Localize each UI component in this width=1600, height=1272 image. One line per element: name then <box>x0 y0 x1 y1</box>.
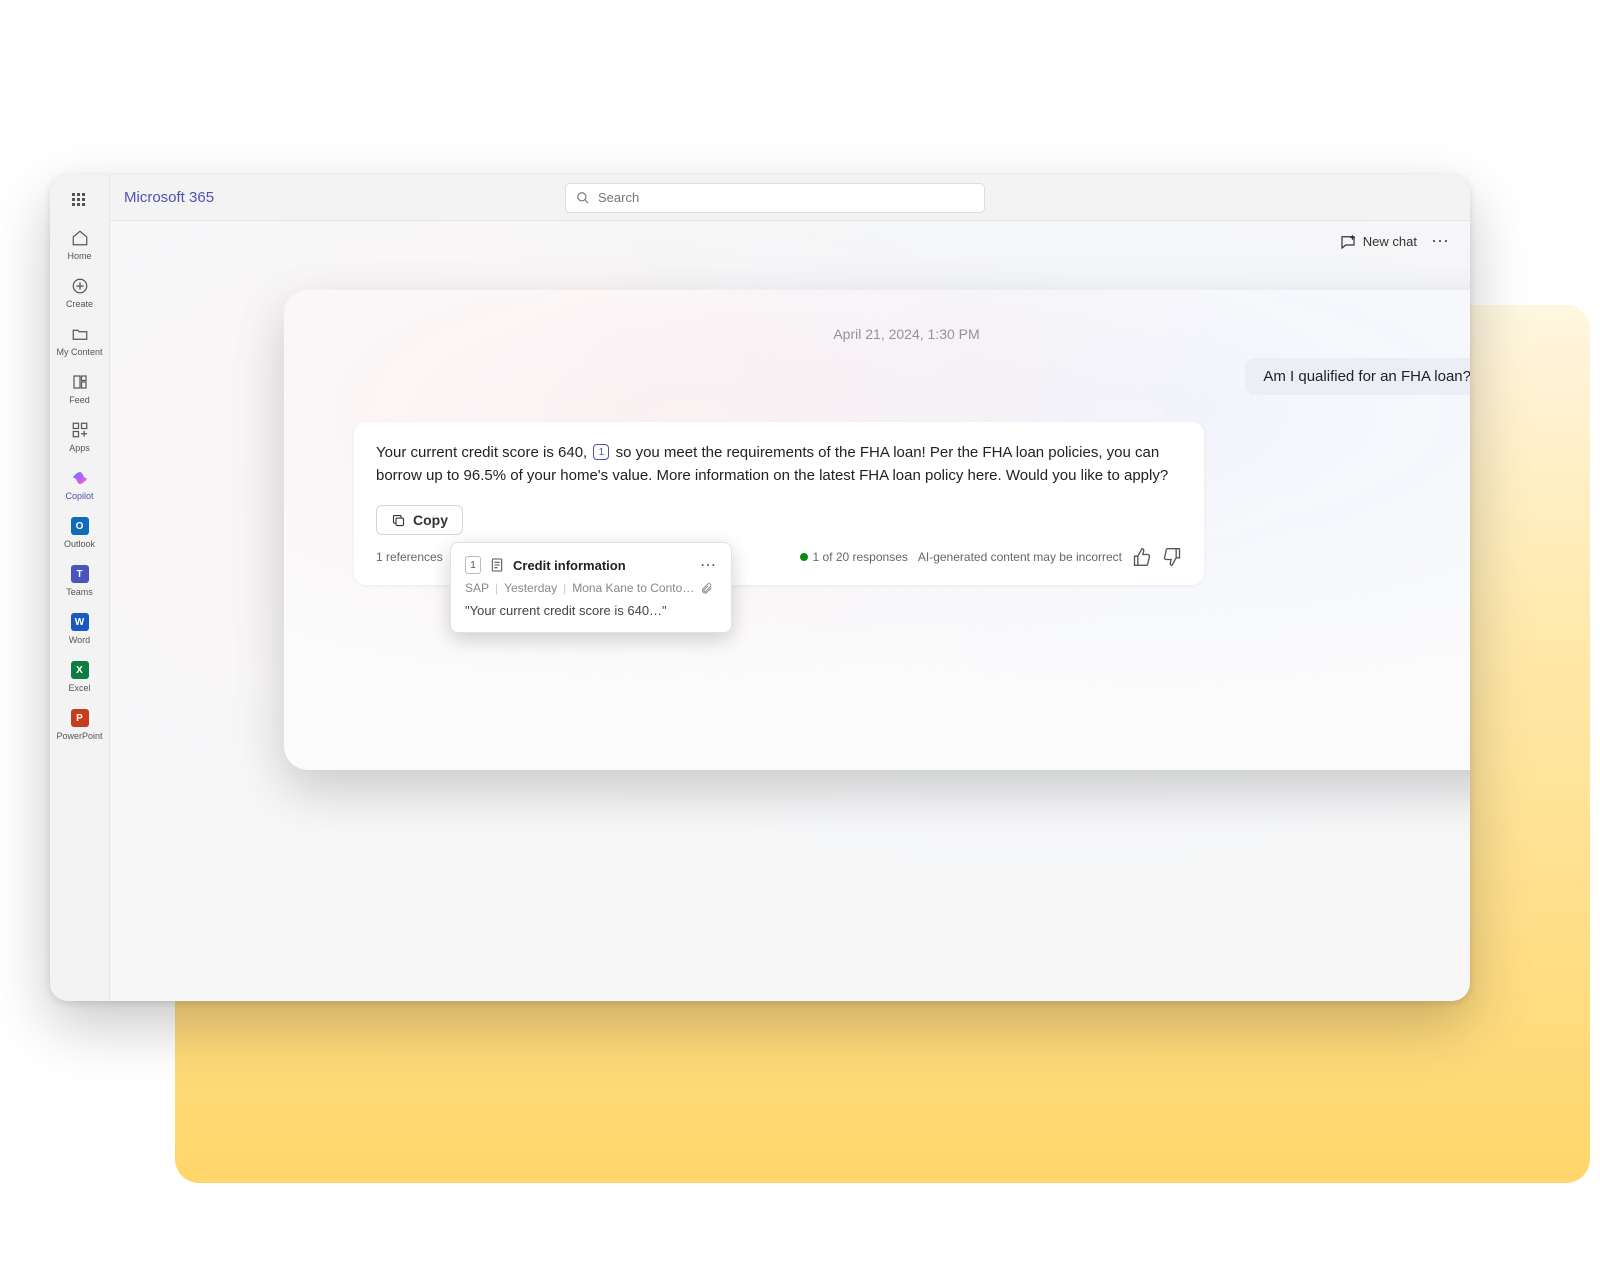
apps-icon <box>69 419 91 441</box>
feed-icon <box>69 371 91 393</box>
app-window: Home Create My Content Feed Apps <box>50 175 1470 1001</box>
reference-source: SAP <box>465 581 489 595</box>
thumbs-down-icon[interactable] <box>1162 547 1182 567</box>
rail-create[interactable]: Create <box>50 275 109 309</box>
plus-circle-icon <box>69 275 91 297</box>
rail-word-label: Word <box>69 635 90 645</box>
rail-outlook[interactable]: O Outlook <box>50 515 109 549</box>
more-actions-button[interactable]: ⋯ <box>1431 231 1450 252</box>
folder-icon <box>69 323 91 345</box>
reference-more-button[interactable]: ⋯ <box>700 555 717 575</box>
reference-number: 1 <box>465 556 481 574</box>
rail-copilot-label: Copilot <box>65 491 93 501</box>
left-rail: Home Create My Content Feed Apps <box>50 175 110 1001</box>
chat-plus-icon <box>1339 233 1357 251</box>
brand-title: Microsoft 365 <box>124 189 214 206</box>
reference-title[interactable]: Credit information <box>513 558 692 573</box>
rail-apps[interactable]: Apps <box>50 419 109 453</box>
reference-popover: 1 Credit information ⋯ SAP | Yesterday |… <box>450 542 732 633</box>
reference-when: Yesterday <box>504 581 557 595</box>
rail-apps-label: Apps <box>69 443 90 453</box>
app-launcher-icon[interactable] <box>72 193 88 209</box>
copy-label: Copy <box>413 512 448 528</box>
rail-mycontent[interactable]: My Content <box>50 323 109 357</box>
rail-mycontent-label: My Content <box>56 347 102 357</box>
action-bar: New chat ⋯ <box>1339 231 1450 252</box>
rail-outlook-label: Outlook <box>64 539 95 549</box>
status-dot-icon <box>800 553 808 561</box>
reference-meta: SAP | Yesterday | Mona Kane to Conto… <box>465 581 717 595</box>
rail-powerpoint[interactable]: P PowerPoint <box>50 707 109 741</box>
word-icon: W <box>69 611 91 633</box>
rail-powerpoint-label: PowerPoint <box>56 731 102 741</box>
response-counter: 1 of 20 responses <box>800 548 907 566</box>
document-icon <box>489 557 505 573</box>
new-chat-button[interactable]: New chat <box>1339 233 1417 251</box>
thumbs-up-icon[interactable] <box>1132 547 1152 567</box>
new-chat-label: New chat <box>1363 234 1417 249</box>
excel-icon: X <box>69 659 91 681</box>
rail-teams[interactable]: T Teams <box>50 563 109 597</box>
home-icon <box>69 227 91 249</box>
rail-feed[interactable]: Feed <box>50 371 109 405</box>
copilot-icon <box>69 467 91 489</box>
citation-chip[interactable]: 1 <box>593 444 609 460</box>
rail-excel[interactable]: X Excel <box>50 659 109 693</box>
rail-home[interactable]: Home <box>50 227 109 261</box>
rail-create-label: Create <box>66 299 93 309</box>
search-icon <box>576 191 590 205</box>
copy-button[interactable]: Copy <box>376 505 463 535</box>
search-input[interactable]: Search <box>565 183 985 213</box>
ai-message-text-pre: Your current credit score is 640, <box>376 444 587 461</box>
chat-panel: April 21, 2024, 1:30 PM Am I qualified f… <box>284 290 1470 770</box>
rail-word[interactable]: W Word <box>50 611 109 645</box>
powerpoint-icon: P <box>69 707 91 729</box>
references-label[interactable]: 1 references <box>376 548 443 566</box>
rail-excel-label: Excel <box>68 683 90 693</box>
user-message: Am I qualified for an FHA loan? <box>1245 358 1470 395</box>
rail-teams-label: Teams <box>66 587 93 597</box>
rail-home-label: Home <box>67 251 91 261</box>
chat-timestamp: April 21, 2024, 1:30 PM <box>312 326 1470 342</box>
teams-icon: T <box>69 563 91 585</box>
reference-fromto: Mona Kane to Conto… <box>572 581 694 595</box>
reference-quote: "Your current credit score is 640…" <box>465 603 717 618</box>
outlook-icon: O <box>69 515 91 537</box>
topbar: Microsoft 365 Search <box>110 175 1470 221</box>
attachment-icon <box>700 582 713 595</box>
ai-disclaimer: AI-generated content may be incorrect <box>918 548 1122 566</box>
copy-icon <box>391 513 406 528</box>
rail-feed-label: Feed <box>69 395 90 405</box>
rail-copilot[interactable]: Copilot <box>50 467 109 501</box>
ai-actions: Copy <box>376 505 1182 535</box>
search-placeholder: Search <box>598 190 639 205</box>
